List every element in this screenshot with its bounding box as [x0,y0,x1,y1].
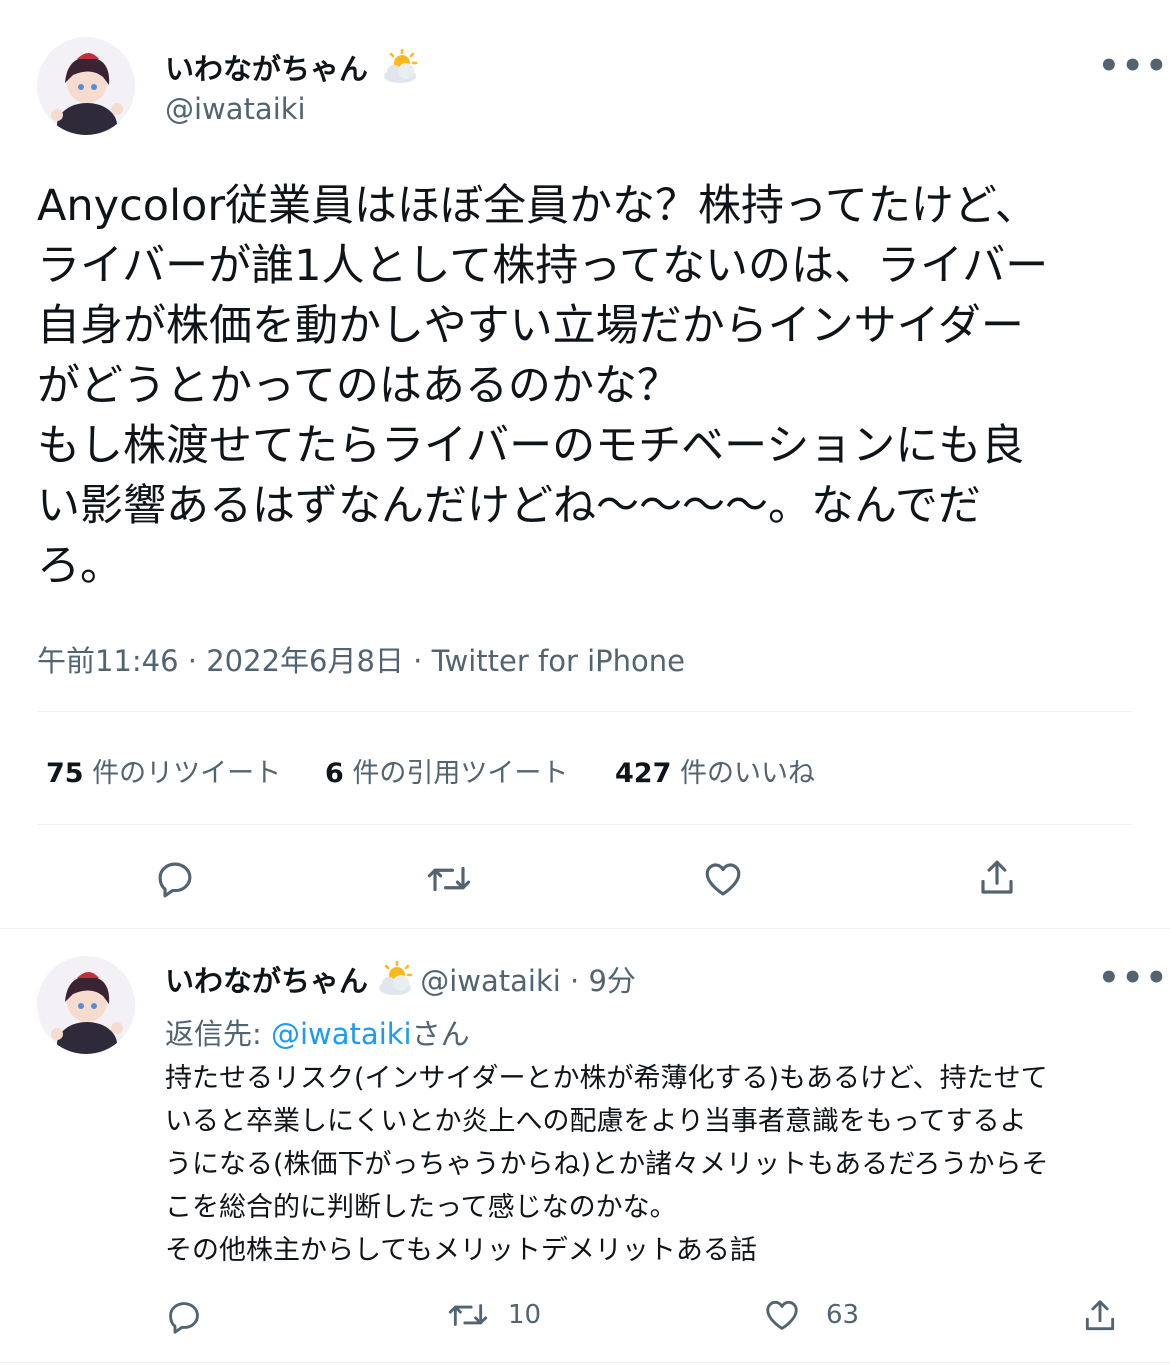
avatar[interactable] [37,37,135,135]
retweet-button[interactable]: 10 [446,1296,541,1334]
more-options-button[interactable]: ••• [1098,958,1169,998]
divider [37,711,1133,712]
avatar[interactable] [37,956,135,1054]
reply-header: いわながちゃん @iwataiki · 9分 [165,958,636,1001]
tweet-metadata: 午前11:46 · 2022年6月8日 · Twitter for iPhone [37,638,685,680]
share-icon [981,860,1013,894]
share-button[interactable] [974,854,1020,902]
like-button[interactable]: 63 [762,1296,859,1334]
like-button[interactable] [700,856,746,902]
replying-to-handle-link[interactable]: @iwataiki [271,1017,412,1051]
tweet-text: Anycolor従業員はほぼ全員かな？株持ってたけど、 ライバーが誰1人として株… [37,181,1049,591]
reply-button[interactable] [152,856,198,902]
tweet-timestamp[interactable]: 午前11:46 · 2022年6月8日 · [37,644,432,678]
sun-behind-cloud-icon [380,48,420,92]
heart-icon [705,863,741,896]
reply-icon [158,862,192,898]
likes-stat[interactable]: 427 件のいいね [615,751,815,790]
retweet-button[interactable] [424,856,474,902]
quote-tweets-stat[interactable]: 6 件の引用ツイート [325,751,568,790]
heart-icon [766,1300,798,1330]
user-handle[interactable]: @iwataiki [165,92,306,126]
reply-text: 持たせるリスク(インサイダーとか株が希薄化する)もあるけど、持たせて いると卒業… [165,1063,1049,1266]
replying-to: 返信先: @iwataikiさん [165,1017,470,1051]
divider [37,824,1133,825]
share-button[interactable] [1079,1294,1121,1338]
share-icon [1085,1300,1115,1331]
display-name[interactable]: いわながちゃん [165,46,420,92]
retweet-icon [448,1304,488,1326]
thread-divider [0,928,1170,929]
tweet-source[interactable]: Twitter for iPhone [432,644,685,678]
more-options-button[interactable]: ••• [1098,46,1169,86]
retweet-count: 10 [508,1300,542,1330]
display-name[interactable]: いわながちゃん [165,964,368,998]
user-handle-time[interactable]: @iwataiki · 9分 [420,964,636,998]
reply-icon [169,1302,199,1334]
sun-behind-cloud-icon [375,960,415,1001]
bottom-divider [0,1362,1170,1363]
like-count: 63 [826,1300,860,1330]
retweet-icon [427,866,471,892]
reply-button[interactable] [163,1296,205,1338]
retweets-stat[interactable]: 75 件のリツイート [46,751,281,790]
